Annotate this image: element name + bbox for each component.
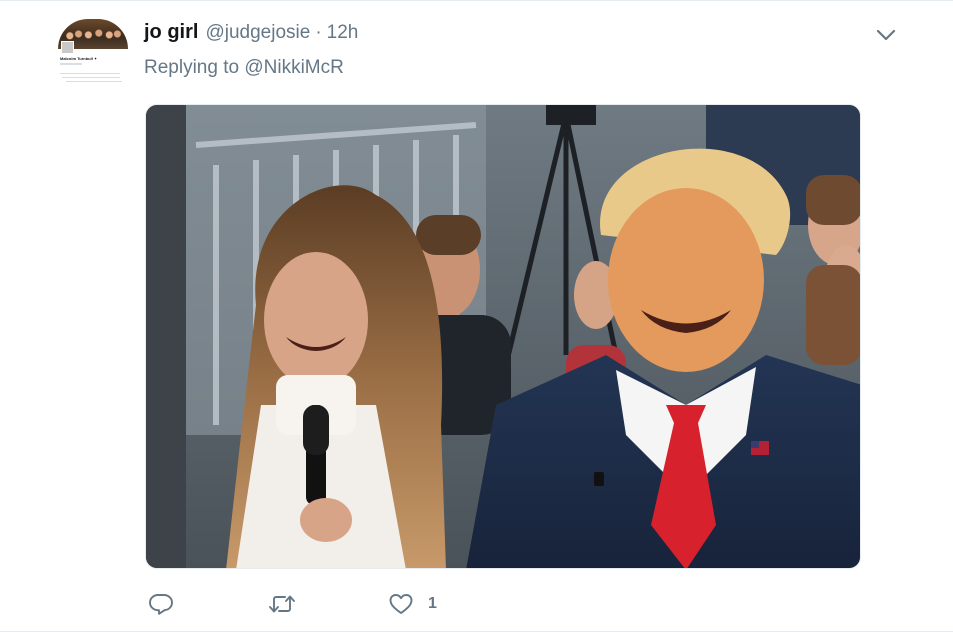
reply-button[interactable] xyxy=(148,591,174,617)
avatar-mini-line xyxy=(60,63,82,65)
more-options-button[interactable] xyxy=(874,23,898,47)
tweet[interactable]: Malcolm Turnbull ✦ jo girl @judgejosie ·… xyxy=(0,0,953,632)
retweet-button[interactable] xyxy=(268,591,296,617)
handle[interactable]: @judgejosie xyxy=(205,22,310,44)
avatar[interactable]: Malcolm Turnbull ✦ xyxy=(58,19,128,89)
separator-dot: · xyxy=(315,22,322,43)
reply-icon xyxy=(149,594,173,615)
like-count: 1 xyxy=(428,595,437,612)
avatar-mini-line xyxy=(62,77,120,78)
photo-scene xyxy=(146,105,860,568)
avatar-mini-line xyxy=(60,73,120,74)
avatar-mini-name: Malcolm Turnbull ✦ xyxy=(60,56,98,61)
replying-to-mention[interactable]: @NikkiMcR xyxy=(244,57,344,78)
avatar-profile-photo xyxy=(61,41,74,54)
timestamp[interactable]: 12h xyxy=(327,22,359,44)
like-button[interactable]: 1 xyxy=(388,591,437,617)
replying-to: Replying to @NikkiMcR xyxy=(144,57,344,79)
chevron-down-icon xyxy=(876,29,896,41)
avatar-mini-line xyxy=(66,81,122,82)
heart-icon xyxy=(389,594,413,614)
tweet-header: jo girl @judgejosie · 12h xyxy=(144,21,358,45)
display-name[interactable]: jo girl xyxy=(144,21,198,44)
replying-label: Replying to xyxy=(144,57,240,78)
tweet-photo[interactable] xyxy=(145,104,861,569)
retweet-icon xyxy=(269,595,295,613)
